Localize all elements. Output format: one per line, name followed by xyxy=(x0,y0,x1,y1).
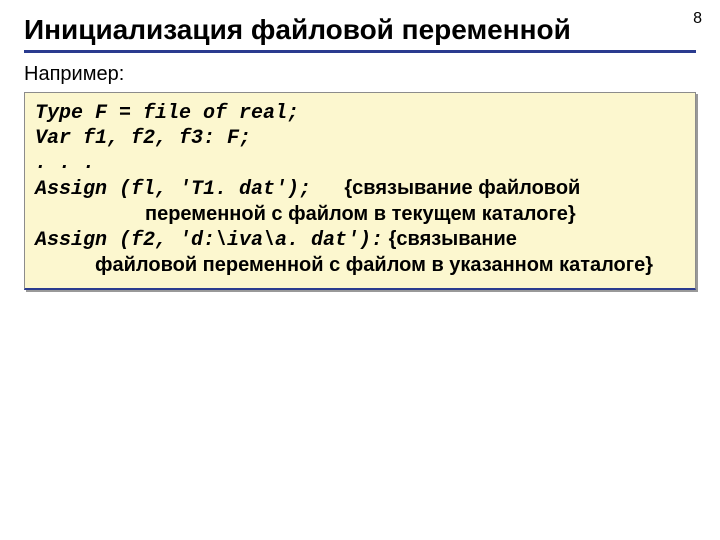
comment-2a: {связывание xyxy=(389,228,517,250)
comment-2b: файловой переменной с файлом в указанном… xyxy=(35,253,685,278)
slide-title: Инициализация файловой переменной xyxy=(24,14,696,46)
code-line-4: Assign (fl, 'T1. dat'); {связывание файл… xyxy=(35,176,685,202)
comment-1a: {связывание файловой xyxy=(344,177,580,199)
code-assign-1: Assign (fl, 'T1. dat'); xyxy=(35,178,311,201)
code-line-2: Var f1, f2, f3: F; xyxy=(35,126,685,151)
page-number: 8 xyxy=(693,10,702,28)
code-box: Type F = file of real; Var f1, f2, f3: F… xyxy=(24,92,696,290)
code-line-5: Assign (f2, 'd:\iva\a. dat'): {связывани… xyxy=(35,227,685,253)
code-assign-2: Assign (f2, 'd:\iva\a. dat'): xyxy=(35,229,383,252)
slide-content: Инициализация файловой переменной Наприм… xyxy=(0,0,720,290)
title-underline xyxy=(24,50,696,53)
example-label: Например: xyxy=(24,63,696,86)
code-line-1: Type F = file of real; xyxy=(35,101,685,126)
code-line-3: . . . xyxy=(35,151,685,176)
comment-1b: переменной с файлом в текущем каталоге} xyxy=(35,202,685,227)
